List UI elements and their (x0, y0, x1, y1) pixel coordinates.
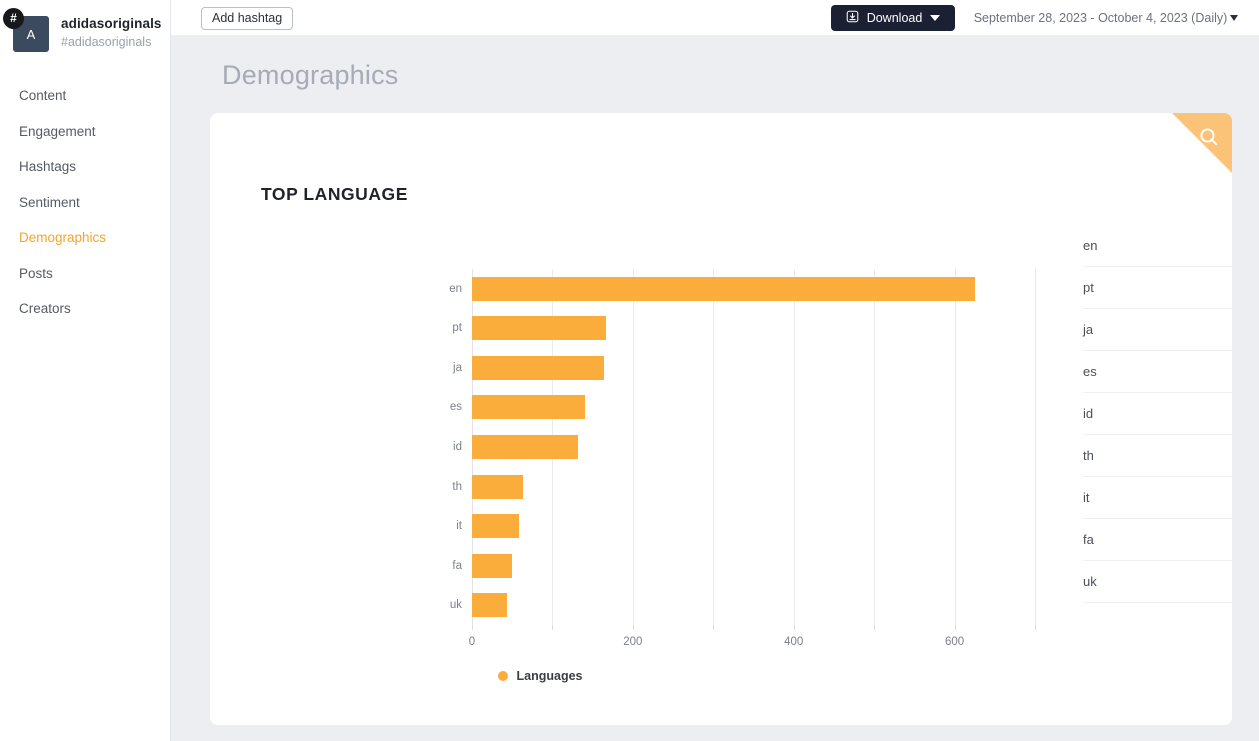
table-cell-language: pt (1083, 280, 1094, 295)
table-cell-language: th (1083, 448, 1094, 463)
table-row[interactable]: th64 (1083, 435, 1232, 477)
chart-bar[interactable] (472, 514, 520, 539)
chart-gridline (1035, 269, 1036, 625)
legend-label: Languages (516, 669, 583, 683)
sidebar-item-content[interactable]: Content (0, 78, 170, 114)
sidebar-item-creators[interactable]: Creators (0, 291, 170, 327)
legend-color-swatch (497, 671, 508, 681)
date-range-selector[interactable]: September 28, 2023 - October 4, 2023 (Da… (963, 5, 1249, 31)
chart-bar[interactable] (472, 474, 524, 499)
chart-tick-mark (632, 625, 634, 630)
table-cell-language: en (1083, 238, 1098, 253)
table-row[interactable]: it59 (1083, 477, 1232, 519)
chart-bar-row[interactable]: id (453, 427, 1035, 467)
search-icon (1200, 128, 1218, 146)
chart-bar-row[interactable]: en (449, 269, 1035, 309)
chart-bar-row[interactable]: fa (452, 546, 1035, 586)
chart-bar[interactable] (472, 593, 508, 618)
table-row[interactable]: es140 (1083, 351, 1232, 393)
chart-tick-mark (1035, 625, 1036, 630)
language-table: en626pt167ja164es140id132th64it59fa50uk4… (1083, 225, 1232, 603)
chart-tick-mark (874, 625, 876, 630)
table-cell-language: id (1083, 406, 1094, 421)
chart-tick-mark (713, 625, 715, 630)
sidebar-item-hashtags[interactable]: Hashtags (0, 149, 170, 185)
table-cell-language: ja (1083, 322, 1094, 337)
top-language-chart: en pt ja es id th it fa uk 0 200 400 600 Languages (210, 113, 1036, 725)
chart-legend: Languages (210, 669, 870, 683)
chart-plot-area: en pt ja es id th it fa uk 0 200 400 600 (449, 269, 1036, 648)
chart-tick-mark (552, 625, 554, 630)
chart-bar-row[interactable]: it (456, 506, 1035, 546)
sidebar: A # adidasoriginals #adidasoriginals Con… (0, 0, 171, 741)
table-row[interactable]: pt167 (1083, 267, 1232, 309)
chart-tick-mark (793, 625, 795, 630)
date-range-label: September 28, 2023 - October 4, 2023 (Da… (973, 11, 1228, 25)
chart-tick-mark (472, 625, 473, 630)
table-row[interactable]: en626 (1083, 225, 1232, 267)
hashtag-badge-icon: # (3, 8, 24, 29)
chart-category-label: uk (449, 599, 462, 612)
chart-category-label: id (453, 440, 462, 453)
chart-bar-row[interactable]: uk (450, 585, 1035, 625)
chart-bar-row[interactable]: pt (452, 309, 1035, 349)
chart-bar[interactable] (472, 434, 579, 459)
chart-category-label: pt (452, 322, 462, 335)
chart-xtick-label: 200 (623, 636, 643, 648)
chevron-down-icon (930, 15, 941, 21)
chart-xtick-label: 600 (944, 636, 965, 648)
chart-bar[interactable] (472, 355, 604, 380)
table-cell-language: fa (1083, 532, 1094, 547)
sidebar-item-sentiment[interactable]: Sentiment (0, 185, 170, 221)
chart-tick-mark (954, 625, 956, 630)
table-row[interactable]: id132 (1083, 393, 1232, 435)
chart-bar[interactable] (472, 395, 585, 420)
brand-header[interactable]: A # adidasoriginals #adidasoriginals (0, 0, 170, 56)
download-button[interactable]: Download (831, 5, 955, 31)
chart-xtick-label: 400 (784, 636, 804, 648)
table-cell-language: it (1083, 490, 1090, 505)
sidebar-item-posts[interactable]: Posts (0, 256, 170, 292)
table-row[interactable]: fa50 (1083, 519, 1232, 561)
brand-name: adidasoriginals (61, 15, 162, 31)
chart-bar[interactable] (472, 553, 513, 578)
sidebar-item-engagement[interactable]: Engagement (0, 114, 170, 150)
chart-bar-row[interactable]: ja (453, 348, 1035, 388)
topbar: Add hashtag Download September 28, 2023 … (171, 0, 1259, 36)
brand-text: adidasoriginals #adidasoriginals (61, 16, 162, 53)
table-cell-language: uk (1083, 574, 1097, 589)
chart-category-label: ja (453, 361, 462, 374)
table-row[interactable]: uk44 (1083, 561, 1232, 603)
download-label: Download (866, 11, 923, 25)
chart-category-label: it (456, 520, 462, 533)
table-cell-language: es (1083, 364, 1097, 379)
chart-xtick-label: 0 (468, 636, 476, 648)
chart-bar[interactable] (472, 276, 976, 301)
sidebar-item-demographics[interactable]: Demographics (0, 220, 170, 256)
chart-category-label: es (449, 401, 462, 414)
brand-handle: #adidasoriginals (61, 34, 152, 49)
search-corner-button[interactable] (1172, 113, 1232, 173)
page-title: Demographics (222, 60, 399, 90)
chevron-down-icon (1230, 15, 1239, 21)
table-row[interactable]: ja164 (1083, 309, 1232, 351)
download-icon (846, 10, 859, 26)
chart-bar[interactable] (472, 316, 607, 341)
add-hashtag-button[interactable]: Add hashtag (201, 7, 294, 30)
sidebar-nav: Content Engagement Hashtags Sentiment Demogr… (0, 78, 170, 327)
chart-bar-row[interactable]: es (450, 388, 1035, 428)
top-language-card: TOP LANGUAGE en pt ja es id th it fa uk 0 200 400 60… (210, 113, 1232, 725)
chart-bar-row[interactable]: th (452, 467, 1035, 507)
chart-category-label: fa (452, 559, 462, 572)
app-root: A # adidasoriginals #adidasoriginals Con… (0, 0, 1259, 741)
main-content: Demographics TOP LANGUAGE en pt ja es id th it… (171, 36, 1259, 741)
avatar-wrapper: A # (3, 8, 49, 52)
chart-category-label: en (449, 282, 462, 295)
chart-category-label: th (452, 480, 462, 493)
